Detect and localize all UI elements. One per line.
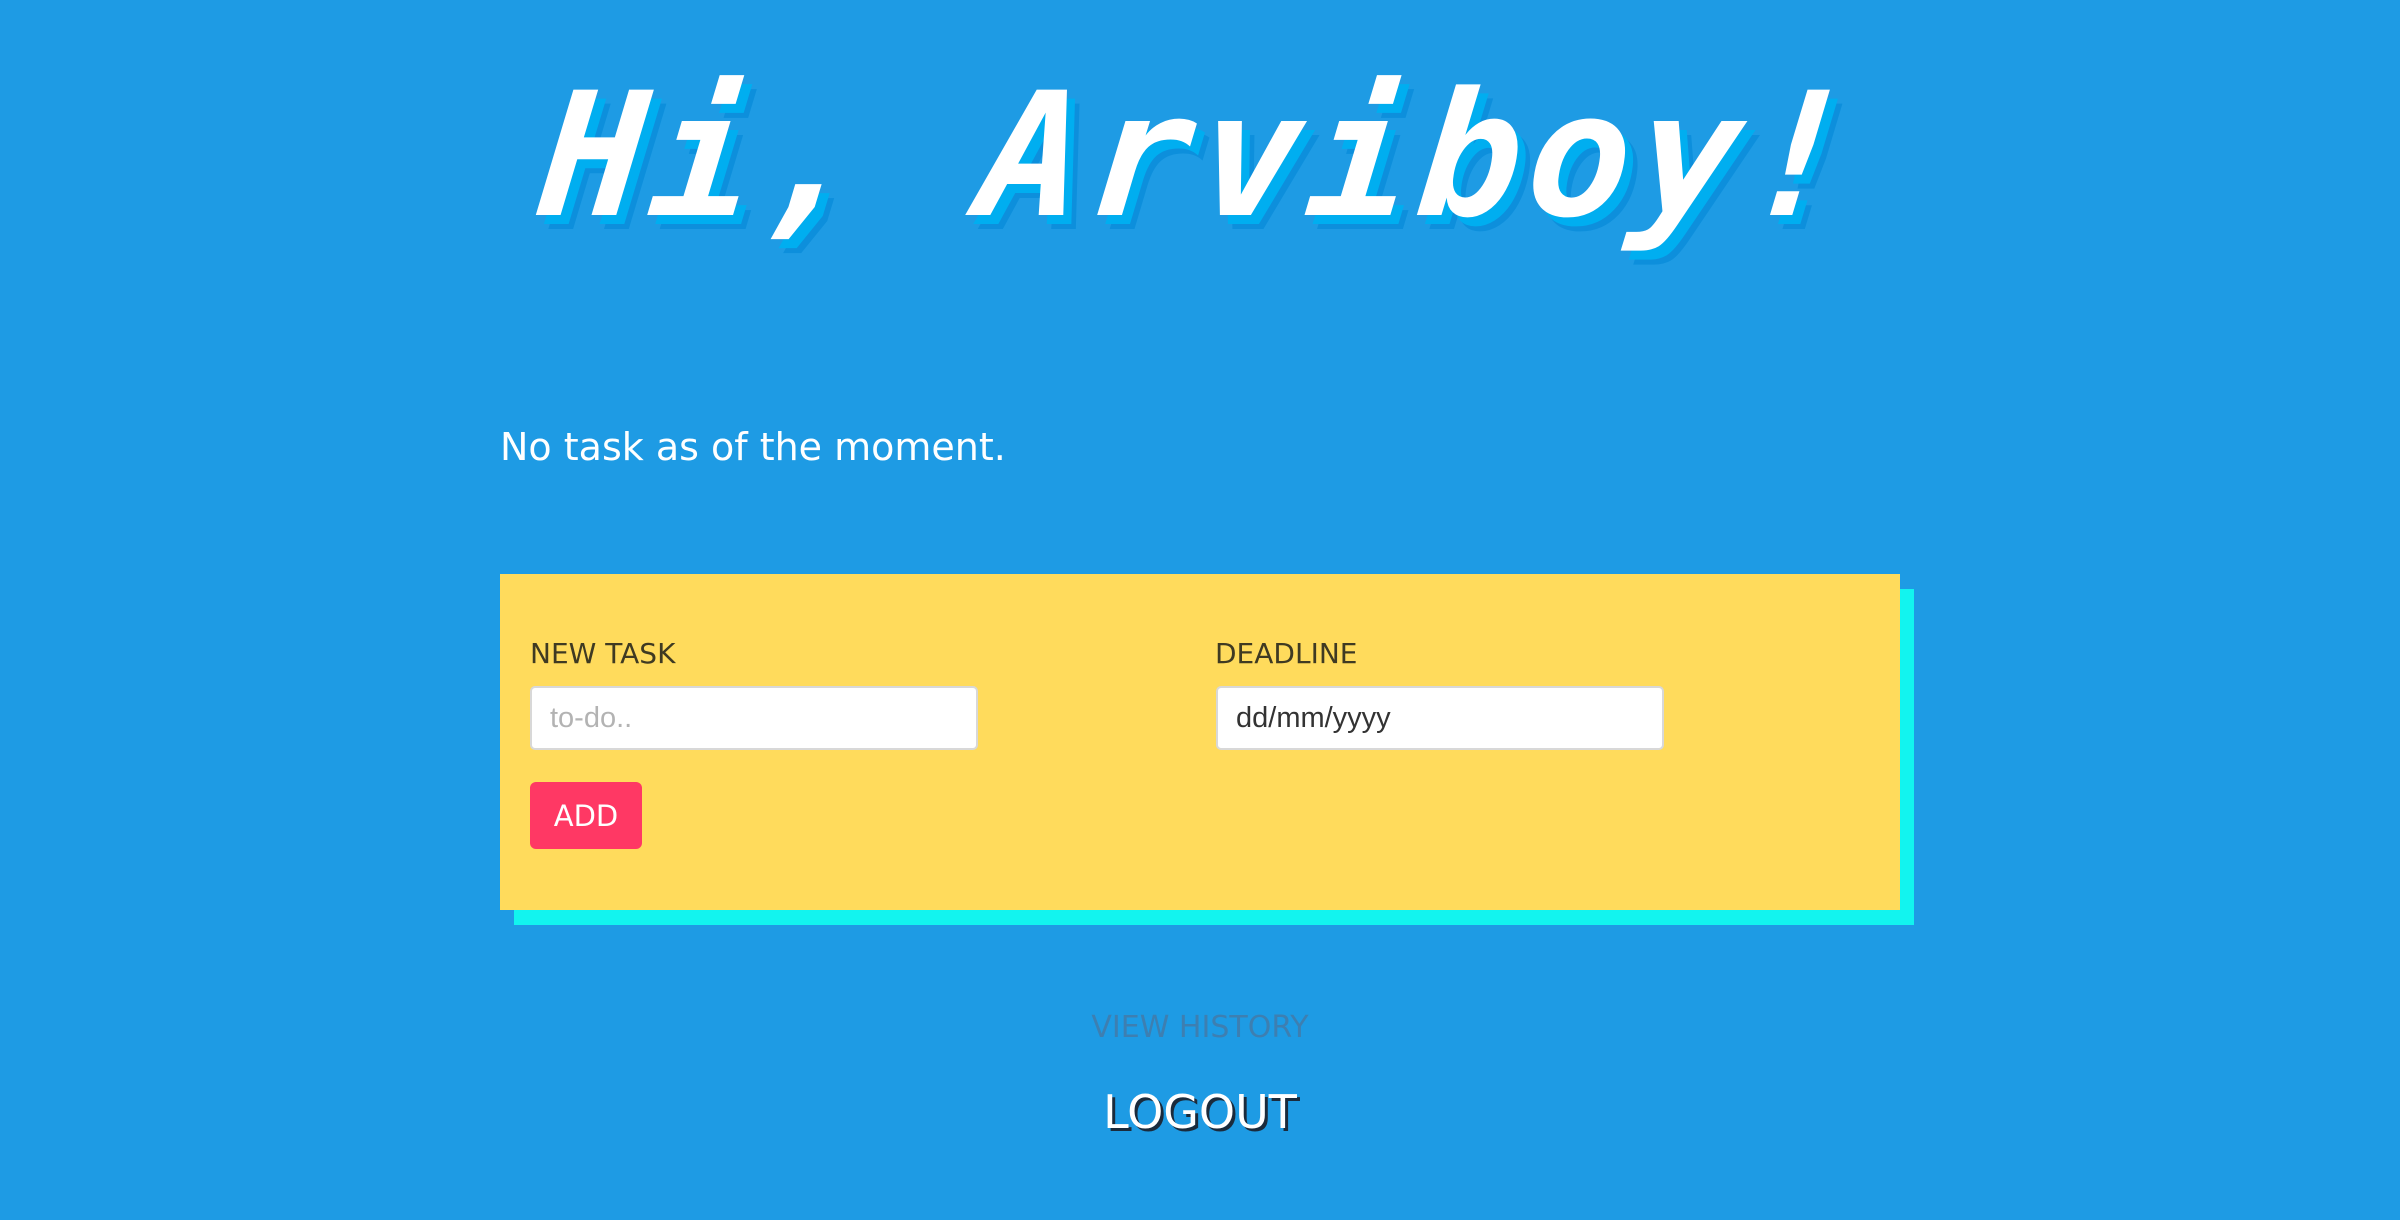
add-task-button[interactable]: ADD	[530, 782, 642, 849]
new-task-input[interactable]	[530, 686, 978, 750]
deadline-date-input[interactable]	[1216, 686, 1664, 750]
deadline-label: DEADLINE	[1215, 637, 1358, 670]
logout-link[interactable]: LOGOUT	[0, 1085, 2400, 1139]
new-task-label: NEW TASK	[530, 637, 676, 670]
empty-tasks-message: No task as of the moment.	[500, 425, 1006, 469]
page-title: Hi, Arviboy!	[532, 55, 1868, 256]
view-history-link[interactable]: VIEW HISTORY	[0, 1010, 2400, 1045]
